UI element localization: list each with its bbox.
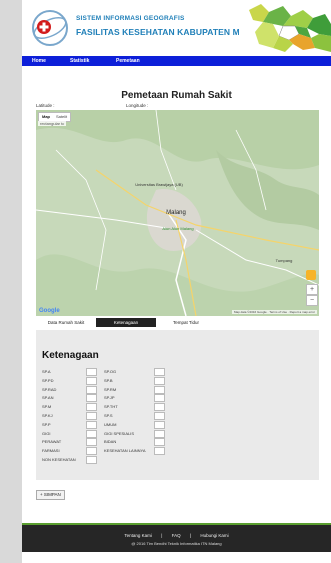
latitude-label: Latitude : [36, 103, 55, 108]
col2-field-label: SP.RM [104, 386, 117, 392]
col1-field-label: GIGI [42, 430, 51, 436]
page-title: Pemetaan Rumah Sakit [121, 90, 232, 101]
col1-field-label: SP.A [42, 369, 51, 374]
tab-bar: Data Rumah Sakit Ketenagaan Tempat Tidur [36, 318, 319, 327]
footer-link-hubungi[interactable]: Hubungi Kami [200, 533, 228, 538]
main-nav: Home Statistik Pemetaan [22, 56, 331, 66]
col1-field-input[interactable] [86, 438, 97, 447]
col2-field-input[interactable] [154, 412, 165, 420]
label-universitas: Universitas Brawijaya (UB) [135, 182, 183, 187]
col1-field-label: SP.AN [42, 395, 54, 401]
tab-data-rumah-sakit[interactable]: Data Rumah Sakit [36, 318, 96, 327]
col2-field-label: SP.B [104, 377, 113, 383]
map-type-sub: rectangular tc [38, 121, 67, 126]
col1-field-input[interactable] [86, 412, 97, 420]
col1-field-label: SP.RAD [42, 386, 57, 392]
col2-field-label: SP.JP [104, 395, 115, 401]
region-map-banner [239, 0, 331, 56]
site-title-line1: SISTEM INFORMASI GEOGRAFIS [76, 15, 185, 22]
zoom-in-button[interactable]: + [306, 284, 318, 295]
page: SISTEM INFORMASI GEOGRAFIS FASILITAS KES… [22, 0, 331, 563]
map-type-map[interactable]: Map [39, 113, 53, 121]
col1-field-input[interactable] [86, 456, 97, 464]
col1-field-input[interactable] [86, 420, 97, 429]
label-alun-alun: Alun Alun Malang [162, 226, 194, 231]
tab-tempat-tidur[interactable]: Tempat Tidur [156, 318, 216, 327]
col2-field-input[interactable] [154, 420, 165, 429]
col2-field-input[interactable] [154, 447, 165, 456]
nav-home[interactable]: Home [32, 56, 46, 66]
col2-field-input[interactable] [154, 429, 165, 438]
google-logo: Google [39, 308, 60, 314]
col2-field-label: SP.OG [104, 369, 117, 374]
footer-sep: | [189, 533, 192, 538]
page-gutter [0, 0, 23, 563]
col1-field-input[interactable] [86, 376, 97, 385]
col1-field-label: SP.PD [42, 377, 54, 383]
col2-field-label: SP.THT [104, 404, 118, 410]
col2-field-input[interactable] [154, 438, 165, 447]
label-malang: Malang [166, 210, 186, 216]
hospital-map[interactable]: Map Satelit rectangular tc Universitas Br… [36, 110, 319, 316]
col2-field-input[interactable] [154, 368, 165, 376]
col1-field-input[interactable] [86, 403, 97, 412]
map-type-satellite[interactable]: Satelit [53, 113, 70, 121]
col2-field-input[interactable] [154, 385, 165, 394]
col1-field-label: FARMASI [42, 448, 60, 454]
col2-field-input[interactable] [154, 394, 165, 403]
col2-field-label: UMUM [104, 421, 117, 427]
col1-field-input[interactable] [86, 368, 97, 376]
nav-pemetaan[interactable]: Pemetaan [116, 56, 140, 66]
panel-title: Ketenagaan [42, 350, 99, 361]
col1-field-label: SP.M [42, 404, 52, 410]
footer-link-tentang[interactable]: Tentang Kami [124, 533, 152, 538]
col2-field-input[interactable] [154, 376, 165, 385]
map-attribution: Map data ©2016 Google · Terms of Use · R… [231, 310, 317, 314]
col1-field-input[interactable] [86, 447, 97, 456]
zoom-out-button[interactable]: − [306, 295, 318, 306]
col2-field-input[interactable] [154, 403, 165, 412]
footer-copyright: @ 2016 Tim Bendhi Teknik Informatika ITN… [131, 541, 222, 546]
ketenagaan-panel: Ketenagaan SP.A SP.PD SP.RAD SP.AN SP.M SP.KJ… [36, 330, 319, 480]
col1-field-label: PERAWAT [42, 439, 62, 445]
col1-field-label: NON KESEHATAN [42, 457, 76, 462]
footer-link-faq[interactable]: FAQ [172, 533, 181, 538]
col2-field-label: KESEHATAN LAINNYA [104, 448, 146, 454]
tab-ketenagaan[interactable]: Ketenagaan [96, 318, 156, 327]
col2-field-label: SP.S [104, 413, 113, 418]
col2-field-label: BIDAN [104, 439, 117, 445]
col1-field-input[interactable] [86, 385, 97, 394]
col1-field-label: SP.P [42, 421, 51, 427]
nav-statistik[interactable]: Statistik [70, 56, 89, 66]
header: SISTEM INFORMASI GEOGRAFIS FASILITAS KES… [22, 0, 331, 56]
col1-field-input[interactable] [86, 429, 97, 438]
col2-field-label: GIGI SPESIALIS [104, 430, 135, 436]
footer-sep: | [161, 533, 163, 538]
label-tumpang: Tumpang [275, 258, 293, 263]
col1-field-input[interactable] [86, 394, 97, 403]
logo-icon [32, 10, 68, 46]
save-button[interactable]: + SIMPAN [36, 490, 65, 500]
zoom-control: + − [306, 270, 318, 306]
col1-field-label: SP.KJ [42, 413, 53, 418]
longitude-label: Longitude : [126, 103, 149, 108]
footer: Tentang Kami | FAQ | Hubungi Kami @ 2016… [22, 523, 331, 552]
pegman-icon[interactable] [306, 270, 316, 280]
footer-links: Tentang Kami | FAQ | Hubungi Kami [22, 533, 331, 538]
